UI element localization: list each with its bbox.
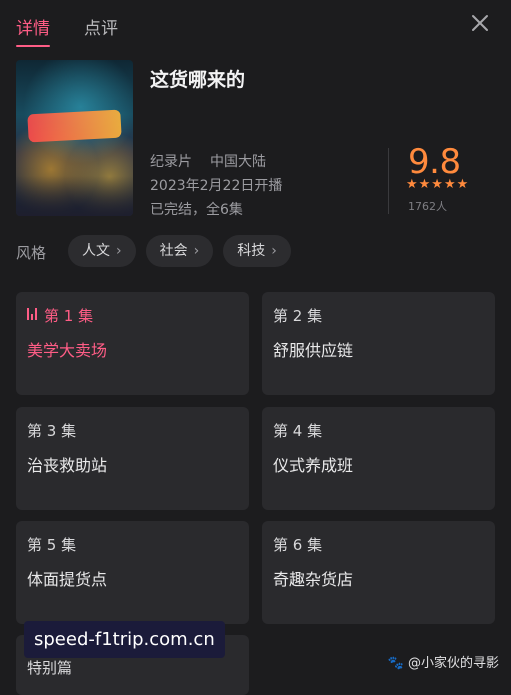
paw-icon: 🐾 [387, 656, 404, 671]
episode-card-2[interactable]: 第 2 集 舒服供应链 [262, 292, 495, 395]
episode-title: 舒服供应链 [273, 341, 354, 360]
chevron-right-icon: › [271, 243, 277, 259]
tag-label: 人文 [82, 243, 110, 259]
release-text: 2023年2月22日开播 [150, 178, 283, 194]
poster-image[interactable] [16, 60, 133, 216]
episode-title: 美学大卖场 [27, 341, 108, 360]
episode-title: 仪式养成班 [273, 456, 354, 475]
tag-technology[interactable]: 科技 › [223, 235, 291, 267]
tab-bar: 详情 点评 [16, 14, 118, 47]
rating-count: 1762人 [408, 200, 447, 213]
episode-card-6[interactable]: 第 6 集 奇趣杂货店 [262, 521, 495, 624]
episode-number: 第 5 集 [27, 536, 77, 554]
show-meta: 纪录片 中国大陆 2023年2月22日开播 已完结，全6集 [150, 150, 282, 222]
tab-details[interactable]: 详情 [16, 14, 50, 47]
episodes-status-text: 已完结，全6集 [150, 202, 243, 218]
episode-title: 奇趣杂货店 [273, 570, 354, 589]
tab-reviews[interactable]: 点评 [84, 14, 118, 47]
episode-number: 第 6 集 [273, 536, 323, 554]
episode-card-3[interactable]: 第 3 集 治丧救助站 [16, 407, 249, 510]
region-text: 中国大陆 [210, 154, 266, 170]
chevron-right-icon: › [116, 243, 122, 259]
tag-society[interactable]: 社会 › [145, 235, 214, 267]
credit-label: @小家伙的寻影 [407, 656, 499, 671]
playing-bars-icon [27, 308, 37, 320]
genre-text: 纪录片 [150, 154, 192, 170]
close-icon[interactable] [469, 12, 491, 34]
episode-title: 治丧救助站 [27, 456, 108, 475]
style-tags: 人文 › 社会 › 科技 › [68, 235, 291, 267]
episode-title: 体面提货点 [27, 570, 108, 589]
tag-label: 社会 [159, 243, 188, 259]
divider [388, 148, 389, 214]
watermark-text: speed-f1trip.com.cn [24, 621, 225, 658]
episode-card-4[interactable]: 第 4 集 仪式养成班 [262, 407, 495, 510]
episode-card-5[interactable]: 第 5 集 体面提货点 [16, 521, 249, 624]
style-label: 风格 [16, 244, 47, 262]
episode-number: 第 4 集 [273, 422, 323, 440]
episode-number: 第 3 集 [27, 422, 77, 440]
episode-number: 特别篇 [27, 659, 73, 677]
chevron-right-icon: › [193, 243, 200, 259]
credit-text: 🐾 @小家伙的寻影 [388, 652, 499, 671]
tag-label: 科技 [237, 243, 266, 259]
tag-humanities[interactable]: 人文 › [68, 235, 136, 267]
episode-number: 第 1 集 [44, 307, 94, 325]
rating-score: 9.8 [408, 142, 461, 182]
episode-number: 第 2 集 [273, 307, 323, 325]
rating-stars: ★★★★★ [406, 177, 470, 192]
episode-card-1[interactable]: 第 1 集 美学大卖场 [16, 292, 249, 395]
show-title: 这货哪来的 [150, 69, 246, 91]
